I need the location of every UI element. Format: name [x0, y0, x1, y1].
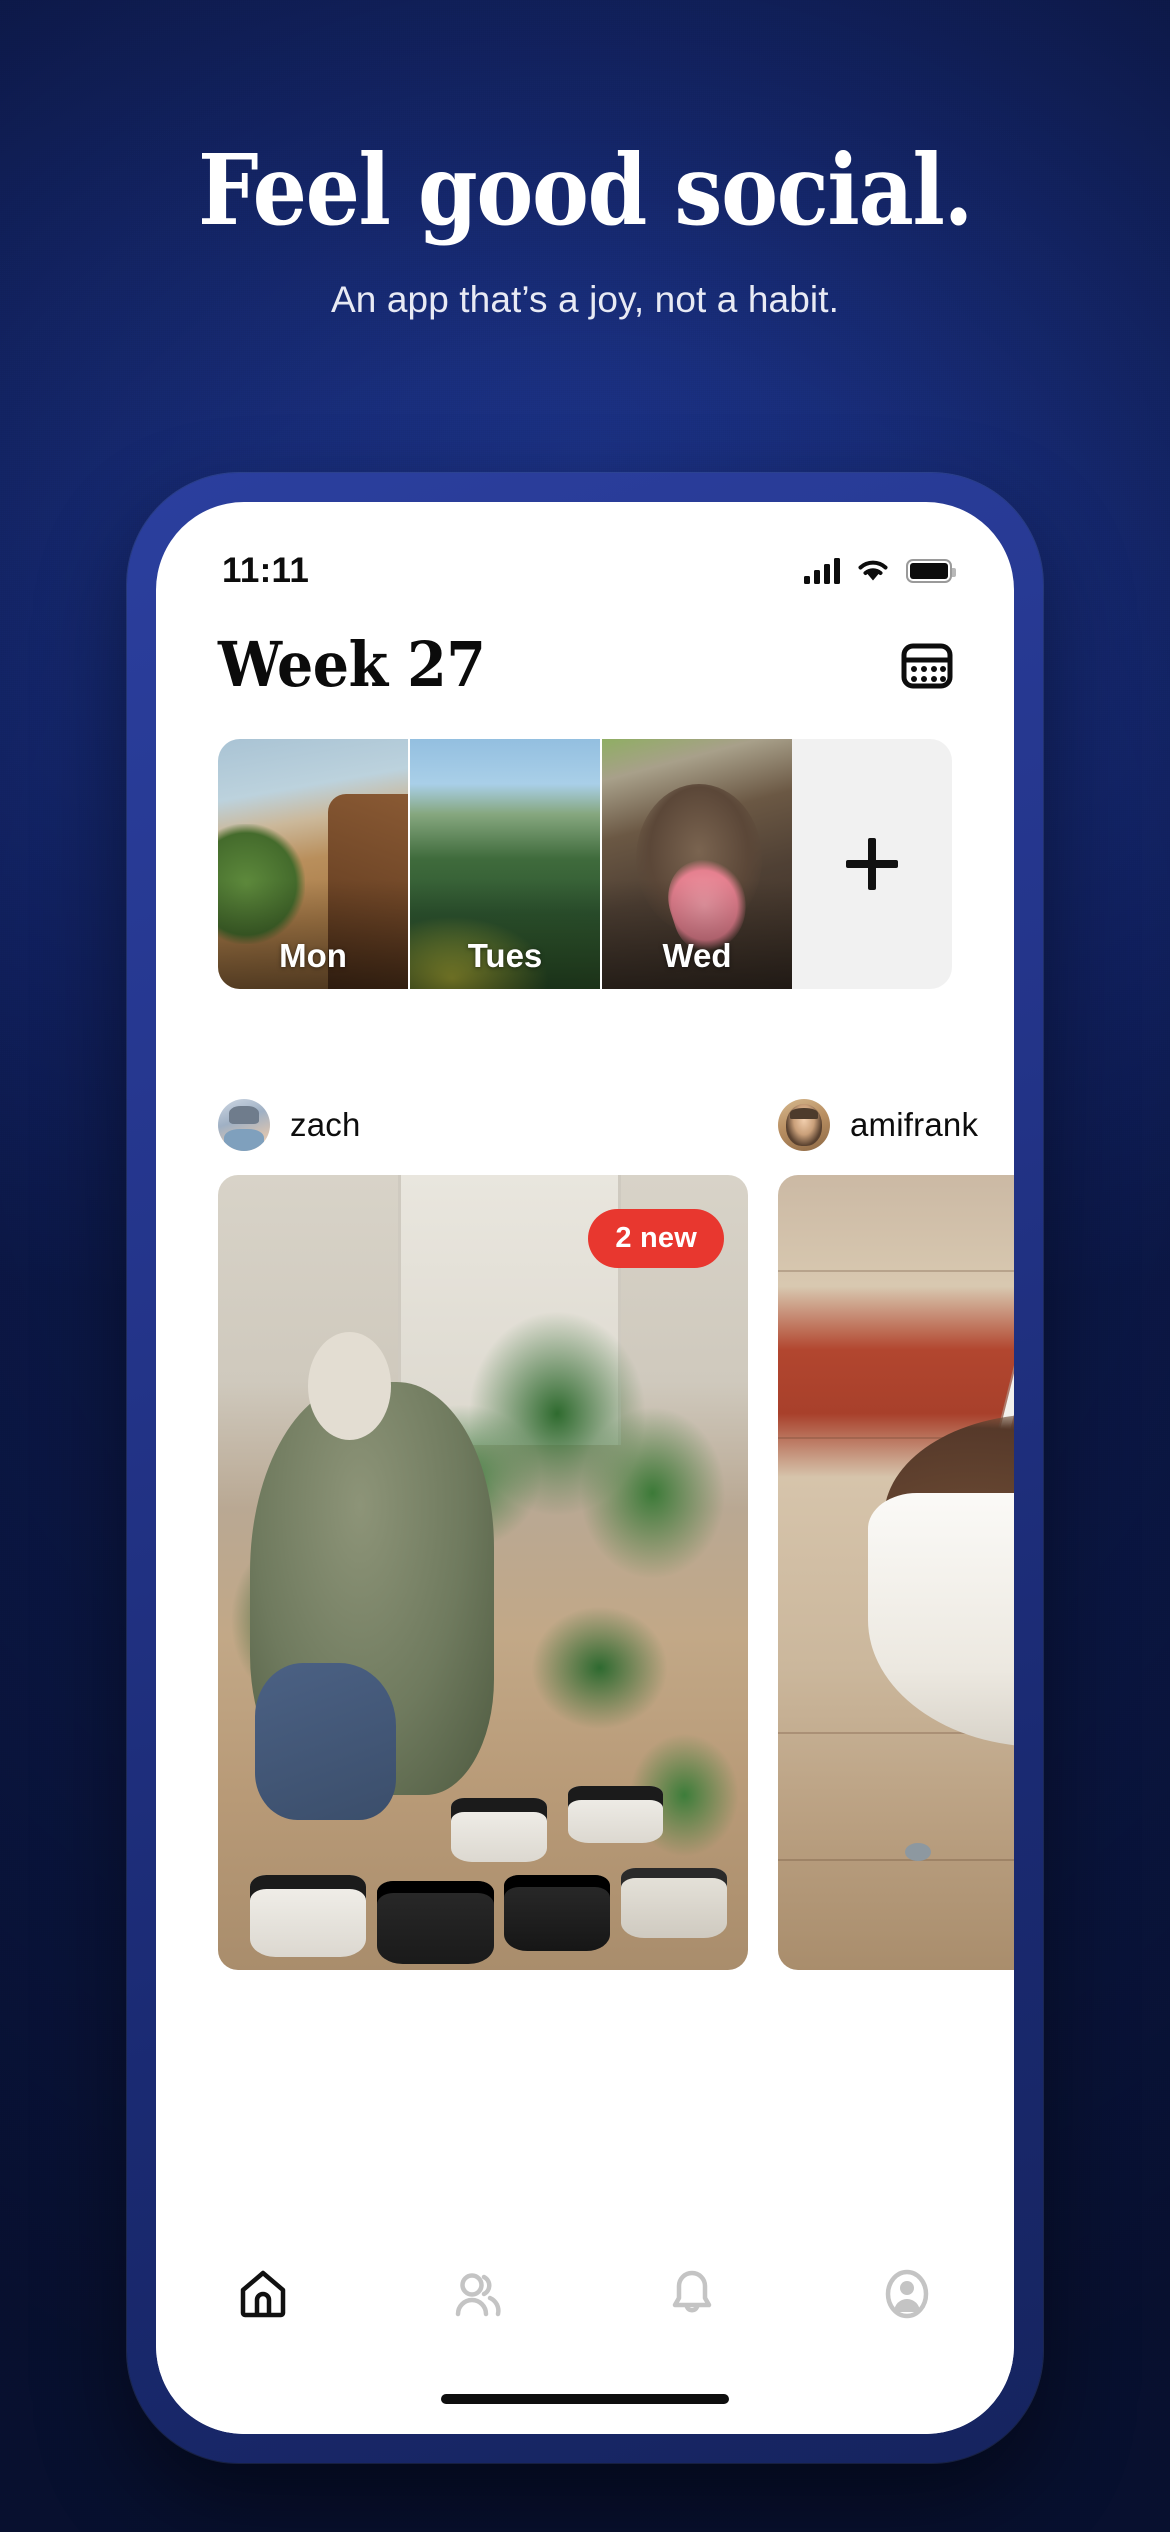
week-title: Week 27 [218, 628, 486, 701]
home-icon [235, 2266, 291, 2327]
bell-icon [664, 2266, 720, 2327]
post-photo[interactable]: 2 new [218, 1175, 748, 1970]
day-label: Mon [279, 937, 347, 974]
status-badge: 2 new [588, 1209, 724, 1268]
post-image-plants [218, 1175, 748, 1970]
feed-post: zach 2 new [218, 1099, 748, 1970]
people-icon [450, 2266, 506, 2327]
status-bar: 11:11 [156, 502, 1014, 606]
post-header[interactable]: zach [218, 1099, 748, 1151]
post-photo[interactable] [778, 1175, 1014, 1970]
phone-mockup: 11:11 Week 27 Mon Tues Wed zach 2 new am… [127, 473, 1043, 2463]
day-strip: Mon Tues Wed [218, 739, 952, 989]
status-icons [804, 556, 956, 587]
page-subtitle: An app that’s a joy, not a habit. [331, 279, 839, 320]
day-label: Wed [662, 937, 732, 974]
avatar[interactable] [218, 1099, 270, 1151]
feed-fade [156, 2164, 1014, 2224]
hero-section: Feel good social. An app that’s a joy, n… [0, 0, 1170, 321]
plus-icon [846, 838, 898, 890]
avatar[interactable] [778, 1099, 830, 1151]
day-card-mon[interactable]: Mon [218, 739, 408, 989]
home-indicator[interactable] [441, 2394, 729, 2404]
feed-post: amifrank [778, 1099, 1014, 1970]
phone-screen: 11:11 Week 27 Mon Tues Wed zach 2 new am… [156, 502, 1014, 2434]
status-time: 11:11 [222, 551, 310, 590]
page-title: Feel good social. [197, 133, 973, 247]
calendar-icon[interactable] [900, 638, 954, 692]
person-circle-icon [879, 2266, 935, 2327]
wifi-icon [856, 556, 890, 587]
day-card-wed[interactable]: Wed [602, 739, 792, 989]
add-day-button[interactable] [792, 739, 952, 989]
battery-icon [906, 559, 956, 583]
post-header[interactable]: amifrank [778, 1099, 1014, 1151]
tab-home[interactable] [203, 2266, 323, 2327]
day-label: Tues [467, 937, 543, 974]
feed: zach 2 new amifrank [156, 1099, 1014, 1970]
day-card-tues[interactable]: Tues [410, 739, 600, 989]
tab-profile[interactable] [847, 2266, 967, 2327]
app-header: Week 27 [156, 606, 1014, 701]
tab-notifications[interactable] [632, 2266, 752, 2327]
post-username: amifrank [850, 1106, 979, 1143]
post-image-icecream [778, 1175, 1014, 1970]
post-username: zach [290, 1106, 361, 1143]
cellular-signal-icon [804, 558, 840, 584]
tab-friends[interactable] [418, 2266, 538, 2327]
